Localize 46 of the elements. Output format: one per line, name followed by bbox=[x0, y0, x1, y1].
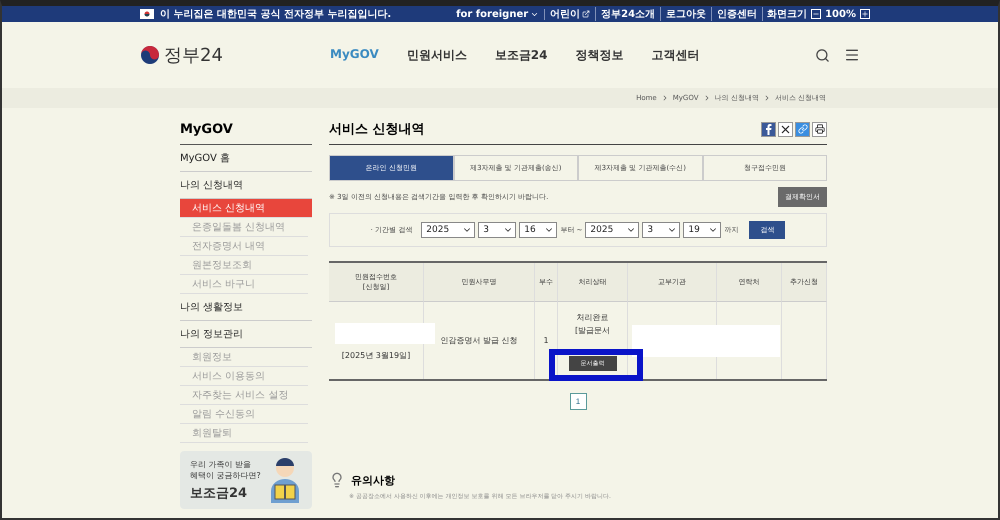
zoom-out-button[interactable] bbox=[811, 9, 822, 19]
status-text: 처리완료 bbox=[576, 312, 608, 323]
table-cell: 1 bbox=[535, 302, 558, 379]
logo-text[interactable]: 정부24 bbox=[164, 43, 223, 67]
day-select[interactable]: 16 bbox=[519, 222, 558, 238]
top-link[interactable]: for foreigner bbox=[451, 8, 546, 20]
search-icon[interactable] bbox=[815, 48, 830, 62]
day-select[interactable]: 19 bbox=[683, 222, 722, 238]
top-link[interactable]: 인증센터 bbox=[712, 7, 764, 21]
zoom-value: 100% bbox=[824, 8, 857, 20]
external-link-icon bbox=[582, 10, 590, 18]
official-site-notice: 이 누리집은 대한민국 공식 전자정부 누리집입니다. bbox=[160, 8, 392, 21]
year-select[interactable]: 2025 bbox=[421, 222, 476, 238]
nav-item[interactable]: 민원서비스 bbox=[406, 46, 467, 64]
x-icon[interactable] bbox=[778, 122, 793, 136]
sidebar-item[interactable]: 나의 정보관리 bbox=[180, 321, 312, 348]
sidebar-item[interactable]: 나의 생활정보 bbox=[180, 294, 312, 321]
plus-icon bbox=[861, 10, 869, 18]
flag-icon bbox=[140, 9, 154, 19]
page-button[interactable]: 1 bbox=[570, 393, 586, 410]
menu-icon[interactable] bbox=[844, 47, 860, 63]
sidebar-subitem[interactable]: 서비스 신청내역 bbox=[180, 199, 312, 218]
print-icon[interactable] bbox=[812, 122, 827, 136]
caution-title: 유의사항 bbox=[351, 472, 395, 488]
top-link[interactable]: 어린이 bbox=[545, 7, 596, 21]
nav-item[interactable]: 고객센터 bbox=[651, 46, 700, 64]
logo-icon bbox=[140, 45, 160, 65]
nav-item[interactable]: 보조금24 bbox=[494, 46, 548, 64]
zoom-in-button[interactable] bbox=[860, 9, 870, 19]
banner-brand: 보조금24 bbox=[190, 484, 248, 502]
year-select[interactable]: 2025 bbox=[585, 222, 640, 238]
facebook-icon[interactable] bbox=[761, 122, 776, 136]
status-text: [발급문서 bbox=[574, 325, 610, 336]
banner-text: 우리 가족이 받을 bbox=[190, 458, 252, 470]
page-title: 서비스 신청내역 bbox=[329, 121, 425, 138]
top-link[interactable]: 로그아웃 bbox=[661, 7, 712, 21]
sidebar-title: MyGOV bbox=[180, 120, 312, 145]
nav-item[interactable]: 정책정보 bbox=[575, 46, 624, 64]
subsidy-banner[interactable]: 우리 가족이 받을 혜택이 궁금하다면? 보조금24 bbox=[180, 451, 312, 509]
top-link[interactable]: 정부24소개 bbox=[596, 7, 662, 21]
month-select[interactable]: 3 bbox=[642, 222, 680, 238]
sidebar-item[interactable]: MyGOV 홈 bbox=[180, 145, 312, 172]
month-select[interactable]: 3 bbox=[478, 222, 516, 238]
person-with-gift-drawing bbox=[268, 457, 302, 503]
banner-text: 혜택이 궁금하다면? bbox=[190, 470, 261, 480]
zoom-label: 화면크기 bbox=[766, 8, 808, 21]
